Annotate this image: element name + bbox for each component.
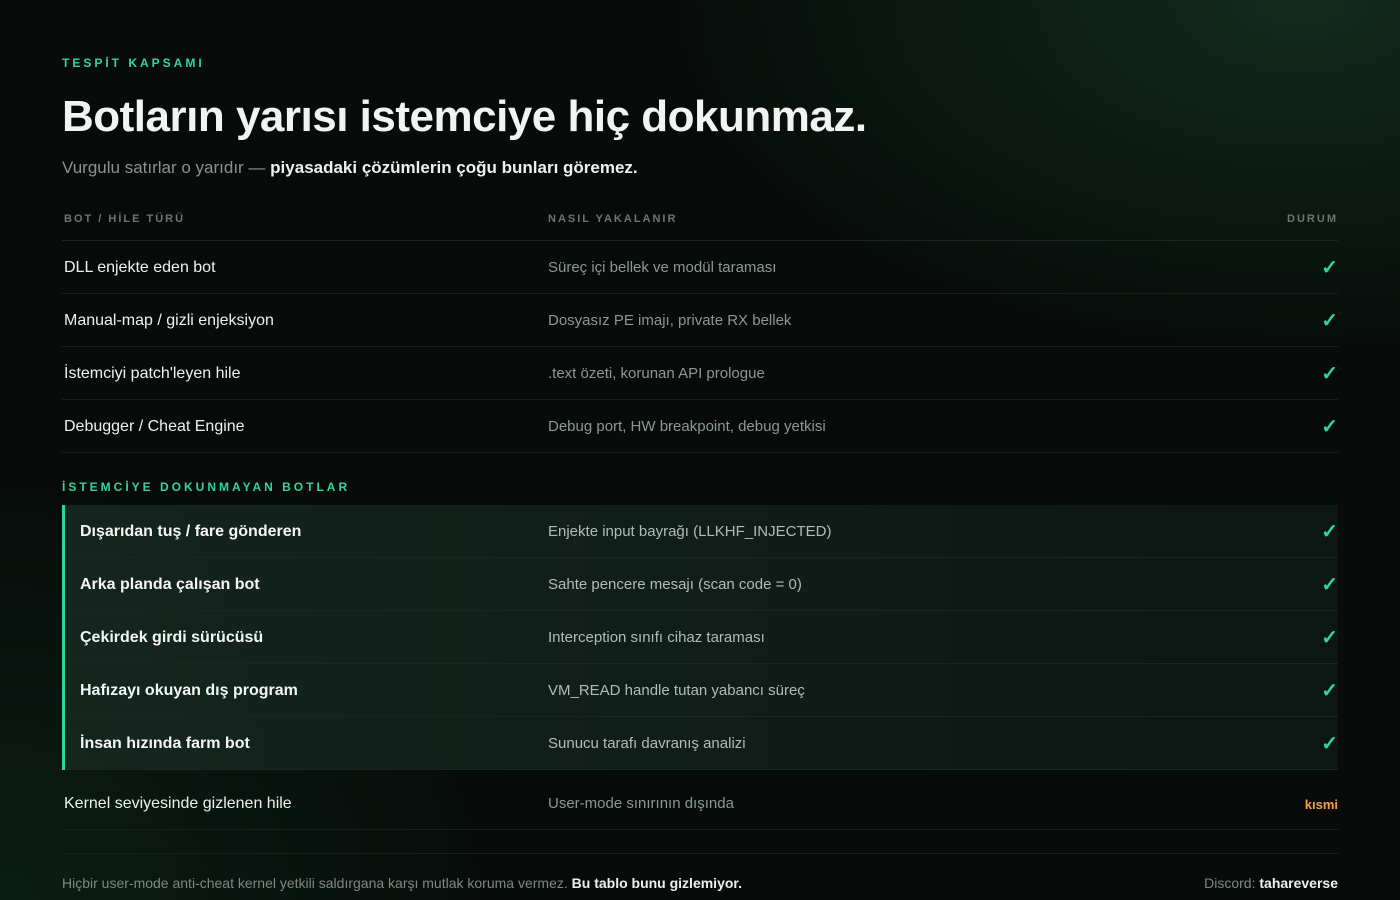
highlight-section-label: İSTEMCİYE DOKUNMAYAN BOTLAR xyxy=(62,480,351,494)
row-detection: Sahte pencere mesajı (scan code = 0) xyxy=(548,576,802,593)
check-icon: ✓ xyxy=(1321,574,1338,596)
table-row: DLL enjekte eden bot Süreç içi bellek ve… xyxy=(62,241,1338,294)
row-detection: VM_READ handle tutan yabancı süreç xyxy=(548,682,805,699)
row-detection: Debug port, HW breakpoint, debug yetkisi xyxy=(548,418,826,435)
highlighted-table-row: Arka planda çalışan bot Sahte pencere me… xyxy=(65,558,1338,611)
row-type: Manual-map / gizli enjeksiyon xyxy=(64,312,274,329)
discord-label: Discord: xyxy=(1204,875,1260,891)
subtitle-emphasis: piyasadaki çözümlerin çoğu bunları görem… xyxy=(270,158,638,177)
row-type: Debugger / Cheat Engine xyxy=(64,418,245,435)
table-header: BOT / HİLE TÜRÜ NASIL YAKALANIR DURUM xyxy=(62,210,1338,241)
row-detection: Sunucu tarafı davranış analizi xyxy=(548,735,746,752)
row-type: Arka planda çalışan bot xyxy=(80,576,260,593)
check-icon: ✓ xyxy=(1321,363,1338,385)
row-type: Kernel seviyesinde gizlenen hile xyxy=(64,795,292,812)
check-icon: ✓ xyxy=(1321,521,1338,543)
row-type: İstemciyi patch'leyen hile xyxy=(64,365,241,382)
column-header-type: BOT / HİLE TÜRÜ xyxy=(64,213,186,225)
page-subtitle: Vurgulu satırlar o yarıdır — piyasadaki … xyxy=(62,158,638,178)
table-row: Manual-map / gizli enjeksiyon Dosyasız P… xyxy=(62,294,1338,347)
highlighted-table-row: Çekirdek girdi sürücüsü Interception sın… xyxy=(65,611,1338,664)
row-type: Çekirdek girdi sürücüsü xyxy=(80,629,264,646)
footer-divider xyxy=(62,853,1338,854)
section-eyebrow: TESPİT KAPSAMI xyxy=(62,56,205,70)
table-row: Kernel seviyesinde gizlenen hile User-mo… xyxy=(62,777,1338,830)
subtitle-text: Vurgulu satırlar o yarıdır — xyxy=(62,158,271,177)
row-type: Dışarıdan tuş / fare gönderen xyxy=(80,523,302,540)
highlighted-table-row: Dışarıdan tuş / fare gönderen Enjekte in… xyxy=(65,505,1338,558)
footer-note: Hiçbir user-mode anti-cheat kernel yetki… xyxy=(62,875,572,891)
row-detection: Süreç içi bellek ve modül taraması xyxy=(548,259,777,276)
row-type: DLL enjekte eden bot xyxy=(64,259,216,276)
page-title: Botların yarısı istemciye hiç dokunmaz. xyxy=(62,92,867,141)
check-icon: ✓ xyxy=(1321,416,1338,438)
row-type: İnsan hızında farm bot xyxy=(80,735,250,752)
row-detection: .text özeti, korunan API prologue xyxy=(548,365,765,382)
row-detection: Interception sınıfı cihaz taraması xyxy=(548,629,765,646)
row-detection: Enjekte input bayrağı (LLKHF_INJECTED) xyxy=(548,523,832,540)
highlighted-table-row: Hafızayı okuyan dış program VM_READ hand… xyxy=(65,664,1338,717)
check-icon: ✓ xyxy=(1321,310,1338,332)
discord-handle: tahareverse xyxy=(1259,875,1338,891)
row-type: Hafızayı okuyan dış program xyxy=(80,682,298,699)
highlighted-table-row: İnsan hızında farm bot Sunucu tarafı dav… xyxy=(65,717,1338,770)
column-header-status: DURUM xyxy=(1287,213,1338,225)
table-row: İstemciyi patch'leyen hile .text özeti, … xyxy=(62,347,1338,400)
check-icon: ✓ xyxy=(1321,627,1338,649)
footer-disclaimer: Hiçbir user-mode anti-cheat kernel yetki… xyxy=(62,875,742,891)
footer-discord: Discord: tahareverse xyxy=(1204,875,1338,891)
check-icon: ✓ xyxy=(1321,680,1338,702)
footer-note-emphasis: Bu tablo bunu gizlemiyor. xyxy=(571,875,742,891)
check-icon: ✓ xyxy=(1321,733,1338,755)
check-icon: ✓ xyxy=(1321,257,1338,279)
row-detection: Dosyasız PE imajı, private RX bellek xyxy=(548,312,792,329)
partial-status-badge: kısmi xyxy=(1304,797,1338,812)
highlighted-rows-block: Dışarıdan tuş / fare gönderen Enjekte in… xyxy=(62,505,1338,770)
row-detection: User-mode sınırının dışında xyxy=(548,795,734,812)
table-row: Debugger / Cheat Engine Debug port, HW b… xyxy=(62,400,1338,453)
column-header-how: NASIL YAKALANIR xyxy=(548,213,678,225)
